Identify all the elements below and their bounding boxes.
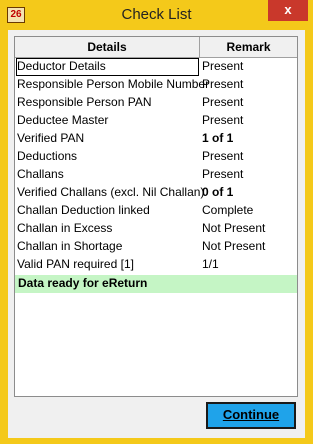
check-list-window: 26 Check List x Details Remark Deductor … (0, 0, 313, 444)
detail-cell[interactable]: Responsible Person Mobile Number (17, 76, 209, 94)
table-row[interactable]: Challans Present (15, 166, 297, 184)
close-button[interactable]: x (268, 0, 308, 21)
remark-cell: 1 of 1 (202, 131, 234, 145)
remark-cell: Not Present (202, 239, 266, 253)
status-message-row: Data ready for eReturn (15, 275, 297, 293)
detail-cell[interactable]: Valid PAN required [1] (17, 256, 197, 274)
remark-cell: Present (202, 59, 244, 73)
table-row[interactable]: Challan in Excess Not Present (15, 220, 297, 238)
detail-cell[interactable]: Challans (17, 166, 197, 184)
table-row[interactable]: Responsible Person PAN Present (15, 94, 297, 112)
detail-cell[interactable]: Verified Challans (excl. Nil Challan) (17, 184, 204, 202)
table-row[interactable]: Challan Deduction linked Complete (15, 202, 297, 220)
table-row[interactable]: Deductee Master Present (15, 112, 297, 130)
table-row[interactable]: Verified PAN 1 of 1 (15, 130, 297, 148)
dialog-client-area: Details Remark Deductor Details Present … (8, 30, 305, 438)
table-row[interactable]: Responsible Person Mobile Number Present (15, 76, 297, 94)
remark-cell: Complete (202, 203, 254, 217)
table-row[interactable]: Deductions Present (15, 148, 297, 166)
detail-cell[interactable]: Challan in Shortage (17, 238, 197, 256)
title-bar: 26 Check List x (0, 0, 313, 30)
detail-cell[interactable]: Challan Deduction linked (17, 202, 197, 220)
checklist-grid: Details Remark Deductor Details Present … (14, 36, 298, 397)
detail-cell[interactable]: Verified PAN (17, 130, 197, 148)
remark-cell: Not Present (202, 221, 266, 235)
remark-cell: Present (202, 167, 244, 181)
table-row[interactable]: Valid PAN required [1] 1/1 (15, 256, 297, 274)
detail-cell[interactable]: Challan in Excess (17, 220, 197, 238)
remark-cell: Present (202, 95, 244, 109)
column-header-details[interactable]: Details (15, 37, 200, 58)
table-row[interactable]: Challan in Shortage Not Present (15, 238, 297, 256)
detail-cell[interactable]: Deductee Master (17, 112, 197, 130)
table-row[interactable]: Deductor Details Present (15, 58, 297, 76)
remark-cell: Present (202, 149, 244, 163)
remark-cell: Present (202, 77, 244, 91)
remark-cell: 1/1 (202, 257, 219, 271)
detail-cell[interactable]: Deductions (17, 148, 197, 166)
detail-cell[interactable]: Deductor Details (16, 58, 199, 76)
detail-cell[interactable]: Responsible Person PAN (17, 94, 197, 112)
column-header-remark[interactable]: Remark (200, 37, 297, 58)
window-title: Check List (121, 6, 192, 23)
close-icon: x (284, 2, 292, 17)
remark-cell: 0 of 1 (202, 185, 234, 199)
continue-button[interactable]: Continue (206, 402, 296, 429)
remark-cell: Present (202, 113, 244, 127)
table-row[interactable]: Verified Challans (excl. Nil Challan) 0 … (15, 184, 297, 202)
